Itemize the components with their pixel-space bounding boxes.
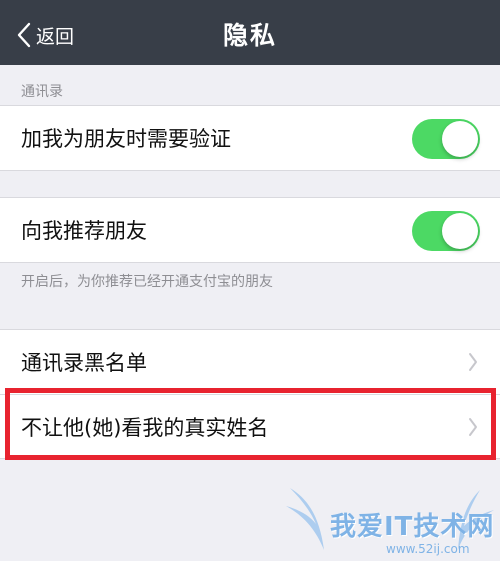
blacklist-label: 通讯录黑名单 xyxy=(21,351,147,375)
page-title: 隐私 xyxy=(222,21,277,50)
watermark-text: 我爱IT技术网 xyxy=(330,512,495,542)
group-recommend: 向我推荐朋友 xyxy=(0,197,500,263)
group-privacy-lists: 通讯录黑名单 不让他(她)看我的真实姓名 xyxy=(0,329,500,459)
chevron-right-icon xyxy=(469,418,477,436)
verify-friend-label: 加我为朋友时需要验证 xyxy=(21,127,231,151)
verify-friend-toggle[interactable] xyxy=(412,119,480,159)
toggle-knob xyxy=(442,121,478,157)
blacklist-row[interactable]: 通讯录黑名单 xyxy=(0,330,500,394)
watermark: 我爱IT技术网 www.52ij.com xyxy=(280,480,500,561)
recommend-friends-note: 开启后，为你推荐已经开通支付宝的朋友 xyxy=(21,274,273,290)
watermark-url: www.52ij.com xyxy=(386,542,470,556)
recommend-friends-row: 向我推荐朋友 xyxy=(0,198,500,262)
recommend-friends-label: 向我推荐朋友 xyxy=(21,219,147,243)
group-verify: 加我为朋友时需要验证 xyxy=(0,105,500,171)
toggle-knob xyxy=(442,213,478,249)
navigation-bar: 返回 隐私 xyxy=(0,0,500,65)
hide-real-name-label: 不让他(她)看我的真实姓名 xyxy=(21,415,269,440)
verify-friend-row: 加我为朋友时需要验证 xyxy=(0,106,500,170)
chevron-right-icon xyxy=(469,353,477,371)
section-header-contacts: 通讯录 xyxy=(21,84,63,100)
recommend-friends-toggle[interactable] xyxy=(412,211,480,251)
hide-real-name-row[interactable]: 不让他(她)看我的真实姓名 xyxy=(0,394,500,458)
